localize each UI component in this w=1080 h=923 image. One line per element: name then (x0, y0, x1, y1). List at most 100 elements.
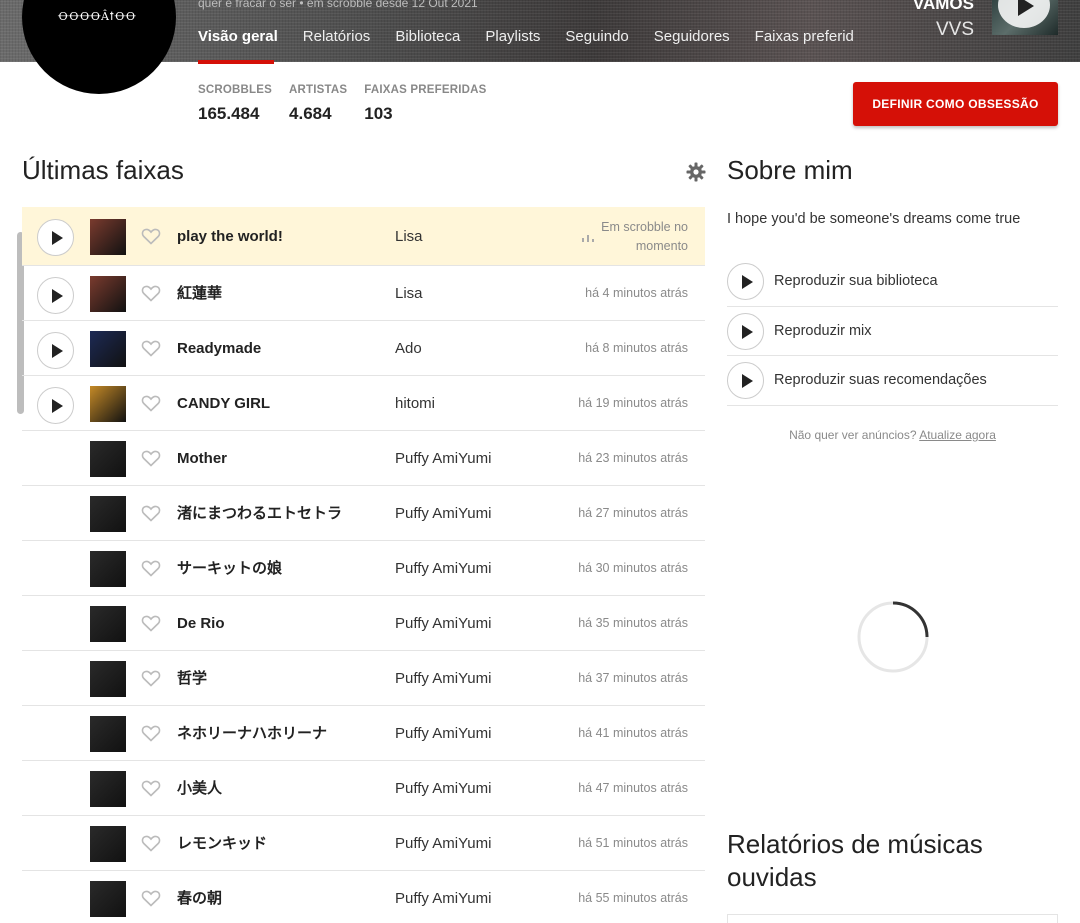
track-name[interactable]: Mother (177, 431, 227, 486)
scrobble-time[interactable]: há 23 minutos atrás (578, 431, 688, 486)
artist-name[interactable]: Puffy AmiYumi (395, 651, 491, 706)
play-mix-action[interactable]: Reproduzir mix (727, 307, 1058, 356)
tab-playlists[interactable]: Playlists (485, 28, 540, 45)
tab-overview[interactable]: Visão geral (198, 28, 278, 45)
track-name[interactable]: play the world! (177, 207, 283, 266)
set-obsession-button[interactable]: DEFINIR COMO OBSESSÃO (853, 82, 1058, 126)
heart-icon[interactable] (141, 227, 161, 245)
tab-loved-tracks[interactable]: Faixas preferid (755, 28, 855, 45)
artist-name[interactable]: Puffy AmiYumi (395, 871, 491, 923)
scrobble-time[interactable]: há 41 minutos atrás (578, 706, 688, 761)
scrobble-time[interactable]: há 37 minutos atrás (578, 651, 688, 706)
album-art[interactable] (90, 881, 126, 917)
now-playing-artist[interactable]: VVS (936, 19, 974, 41)
album-art[interactable] (90, 771, 126, 807)
track-name[interactable]: 春の朝 (177, 871, 222, 923)
stat-scrobbles[interactable]: SCROBBLES 165.484 (198, 84, 272, 124)
heart-icon[interactable] (141, 394, 161, 412)
track-name[interactable]: 小美人 (177, 761, 222, 816)
play-icon[interactable] (727, 263, 764, 300)
artist-name[interactable]: Puffy AmiYumi (395, 596, 491, 651)
scrobble-time[interactable]: há 4 minutos atrás (585, 266, 688, 321)
play-icon[interactable] (37, 219, 74, 256)
play-library-action[interactable]: Reproduzir sua biblioteca (727, 257, 1058, 307)
album-art[interactable] (90, 441, 126, 477)
artist-name[interactable]: Lisa (395, 207, 423, 266)
heart-icon[interactable] (141, 724, 161, 742)
album-art[interactable] (90, 551, 126, 587)
heart-icon[interactable] (141, 834, 161, 852)
play-icon[interactable] (37, 387, 74, 424)
scrobble-time[interactable]: há 35 minutos atrás (578, 596, 688, 651)
album-art[interactable] (90, 331, 126, 367)
artist-name[interactable]: Puffy AmiYumi (395, 761, 491, 816)
heart-icon[interactable] (141, 559, 161, 577)
track-name[interactable]: サーキットの娘 (177, 541, 282, 596)
stat-loved-tracks[interactable]: FAIXAS PREFERIDAS 103 (364, 84, 486, 124)
table-row[interactable]: サーキットの娘 Puffy AmiYumi há 30 minutos atrás (22, 541, 705, 596)
upgrade-link[interactable]: Atualize agora (919, 428, 996, 442)
artist-name[interactable]: Puffy AmiYumi (395, 431, 491, 486)
table-row[interactable]: play the world! Lisa Em scrobble no moment… (22, 207, 705, 266)
artist-name[interactable]: Puffy AmiYumi (395, 706, 491, 761)
artist-name[interactable]: Lisa (395, 266, 423, 321)
album-art[interactable] (90, 276, 126, 312)
track-name[interactable]: De Rio (177, 596, 225, 651)
tab-followers[interactable]: Seguidores (654, 28, 730, 45)
track-name[interactable]: ネホリーナハホリーナ (177, 706, 327, 761)
table-row[interactable]: 小美人 Puffy AmiYumi há 47 minutos atrás (22, 761, 705, 816)
heart-icon[interactable] (141, 339, 161, 357)
scrobble-time[interactable]: há 55 minutos atrás (578, 871, 688, 923)
heart-icon[interactable] (141, 504, 161, 522)
artist-name[interactable]: Puffy AmiYumi (395, 816, 491, 871)
scrobble-time[interactable]: há 30 minutos atrás (578, 541, 688, 596)
album-art[interactable] (90, 716, 126, 752)
table-row[interactable]: De Rio Puffy AmiYumi há 35 minutos atrás (22, 596, 705, 651)
now-playing-title[interactable]: VAMOS (913, 0, 974, 14)
play-recommendations-action[interactable]: Reproduzir suas recomendações (727, 356, 1058, 406)
play-icon[interactable] (727, 312, 764, 350)
scrobble-time[interactable]: há 47 minutos atrás (578, 761, 688, 816)
stat-artists[interactable]: ARTISTAS 4.684 (289, 84, 347, 124)
table-row[interactable]: 紅蓮華 Lisa há 4 minutos atrás (22, 266, 705, 321)
tab-following[interactable]: Seguindo (565, 28, 628, 45)
track-name[interactable]: CANDY GIRL (177, 376, 270, 431)
tab-reports[interactable]: Relatórios (303, 28, 371, 45)
table-row[interactable]: レモンキッド Puffy AmiYumi há 51 minutos atrás (22, 816, 705, 871)
gear-icon[interactable] (686, 162, 706, 182)
track-name[interactable]: Readymade (177, 321, 261, 376)
scrobble-time[interactable]: há 51 minutos atrás (578, 816, 688, 871)
table-row[interactable]: 渚にまつわるエトセトラ Puffy AmiYumi há 27 minutos at… (22, 486, 705, 541)
heart-icon[interactable] (141, 669, 161, 687)
track-name[interactable]: 哲学 (177, 651, 207, 706)
artist-name[interactable]: Puffy AmiYumi (395, 541, 491, 596)
track-name[interactable]: 紅蓮華 (177, 266, 222, 321)
heart-icon[interactable] (141, 449, 161, 467)
table-row[interactable]: Mother Puffy AmiYumi há 23 minutos atrás (22, 431, 705, 486)
heart-icon[interactable] (141, 889, 161, 907)
table-row[interactable]: 哲学 Puffy AmiYumi há 37 minutos atrás (22, 651, 705, 706)
heart-icon[interactable] (141, 779, 161, 797)
scrobble-time[interactable]: há 19 minutos atrás (578, 376, 688, 431)
table-row[interactable]: CANDY GIRL hitomi há 19 minutos atrás (22, 376, 705, 431)
album-art[interactable] (90, 826, 126, 862)
scrobble-time[interactable]: há 27 minutos atrás (578, 486, 688, 541)
table-row[interactable]: ネホリーナハホリーナ Puffy AmiYumi há 41 minutos atr… (22, 706, 705, 761)
play-icon[interactable] (37, 277, 74, 314)
table-row[interactable]: Readymade Ado há 8 minutos atrás (22, 321, 705, 376)
table-row[interactable]: 春の朝 Puffy AmiYumi há 55 minutos atrás (22, 871, 705, 923)
track-name[interactable]: 渚にまつわるエトセトラ (177, 486, 342, 541)
play-action-label[interactable]: Reproduzir mix (774, 307, 872, 356)
heart-icon[interactable] (141, 614, 161, 632)
album-art[interactable] (90, 661, 126, 697)
track-name[interactable]: レモンキッド (177, 816, 267, 871)
artist-name[interactable]: Ado (395, 321, 422, 376)
heart-icon[interactable] (141, 284, 161, 302)
album-art[interactable] (90, 606, 126, 642)
play-action-label[interactable]: Reproduzir sua biblioteca (774, 257, 938, 306)
album-art[interactable] (90, 496, 126, 532)
artist-name[interactable]: Puffy AmiYumi (395, 486, 491, 541)
play-action-label[interactable]: Reproduzir suas recomendações (774, 356, 987, 405)
play-icon[interactable] (37, 332, 74, 369)
tab-library[interactable]: Biblioteca (395, 28, 460, 45)
